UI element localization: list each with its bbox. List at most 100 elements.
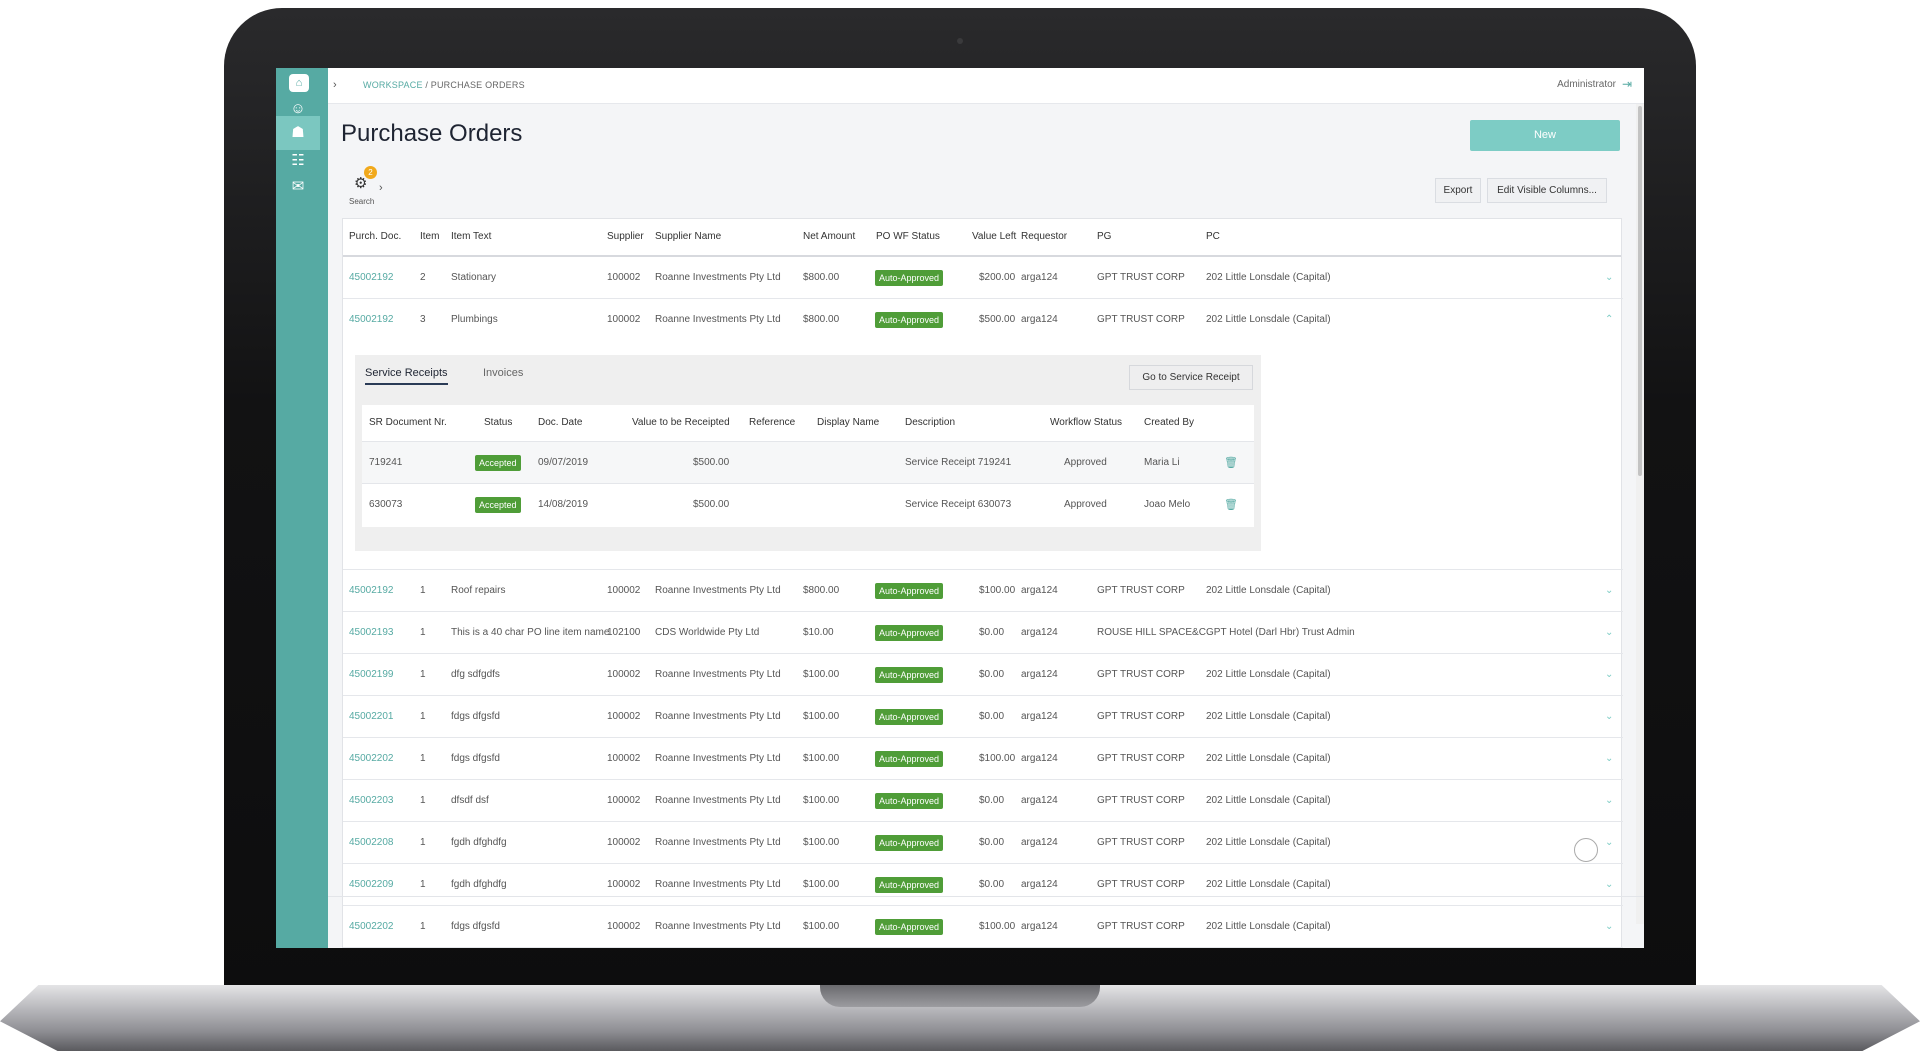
table-row-expanded[interactable]: 45002192 3 Plumbings 100002 Roanne Inves…	[343, 299, 1623, 341]
status-badge: Auto-Approved	[875, 625, 944, 641]
purchasing-group: GPT TRUST CORP	[1097, 795, 1185, 806]
col-value-left[interactable]: Value Left	[972, 219, 1016, 255]
chevron-down-icon[interactable]: ⌄	[1605, 257, 1613, 299]
item-text: dfsdf dsf	[451, 795, 489, 806]
item-number: 1	[420, 879, 426, 890]
col-workflow-status[interactable]: Workflow Status	[1050, 405, 1122, 441]
doc-date: 09/07/2019	[538, 457, 589, 468]
cart-logo-icon[interactable]: ⌂	[289, 74, 309, 92]
chevron-down-icon[interactable]: ⌄	[1605, 570, 1613, 612]
net-amount: $800.00	[803, 314, 840, 325]
profit-center: 202 Little Lonsdale (Capital)	[1206, 711, 1331, 722]
user-name[interactable]: Administrator	[1557, 79, 1616, 90]
col-description[interactable]: Description	[905, 405, 955, 441]
supplier-id: 100002	[607, 669, 641, 680]
breadcrumb-workspace[interactable]: WORKSPACE	[363, 80, 423, 90]
purch-doc-link[interactable]: 45002193	[349, 612, 394, 654]
supplier-id: 100002	[607, 711, 641, 722]
tab-service-receipts[interactable]: Service Receipts	[365, 367, 448, 385]
table-row[interactable]: 45002201 1 fdgs dfgsfd 100002 Roanne Inv…	[343, 696, 1623, 738]
table-row[interactable]: 45002193 1 This is a 40 char PO line ite…	[343, 612, 1623, 654]
net-amount: $100.00	[803, 879, 840, 890]
col-reference[interactable]: Reference	[749, 405, 795, 441]
item-text: This is a 40 char PO line item name	[451, 627, 610, 638]
purch-doc-link[interactable]: 45002201	[349, 696, 394, 738]
chevron-down-icon[interactable]: ⌄	[1605, 906, 1613, 948]
net-amount: $100.00	[803, 837, 840, 848]
col-requestor[interactable]: Requestor	[1021, 219, 1067, 255]
service-receipt-row[interactable]: 719241 Accepted 09/07/2019 $500.00 Servi…	[362, 441, 1254, 483]
col-purch-doc[interactable]: Purch. Doc.	[349, 219, 401, 255]
table-row[interactable]: 45002208 1 fgdh dfghdfg 100002 Roanne In…	[343, 822, 1623, 864]
supplier-name: Roanne Investments Pty Ltd	[655, 795, 781, 806]
laptop-notch	[820, 985, 1100, 1007]
go-to-service-receipt-button[interactable]: Go to Service Receipt	[1129, 365, 1253, 390]
col-doc-date[interactable]: Doc. Date	[538, 405, 582, 441]
logout-icon[interactable]: ⇥	[1622, 77, 1632, 91]
sr-document-nr: 630073	[369, 499, 403, 510]
chevron-down-icon[interactable]: ⌄	[1605, 654, 1613, 696]
purch-doc-link[interactable]: 45002192	[349, 570, 394, 612]
col-pg[interactable]: PG	[1097, 219, 1111, 255]
chevron-right-icon[interactable]: ›	[333, 79, 337, 91]
purch-doc-link[interactable]: 45002192	[349, 299, 394, 341]
chevron-right-icon[interactable]: ›	[379, 182, 383, 194]
col-sr-document-nr[interactable]: SR Document Nr.	[369, 405, 447, 441]
service-receipt-row[interactable]: 630073 Accepted 14/08/2019 $500.00 Servi…	[362, 483, 1254, 525]
col-created-by[interactable]: Created By	[1144, 405, 1194, 441]
table-row[interactable]: 45002209 1 fgdh dfghdfg 100002 Roanne In…	[343, 864, 1623, 906]
col-item[interactable]: Item	[420, 219, 439, 255]
col-supplier[interactable]: Supplier	[607, 219, 644, 255]
value-left: $500.00	[979, 314, 1016, 325]
table-row[interactable]: 45002202 1 fdgs dfgsfd 100002 Roanne Inv…	[343, 738, 1623, 780]
filter-count-badge: 2	[364, 166, 377, 179]
table-row[interactable]: 45002203 1 dfsdf dsf 100002 Roanne Inves…	[343, 780, 1623, 822]
purchasing-group: GPT TRUST CORP	[1097, 879, 1185, 890]
profit-center: 202 Little Lonsdale (Capital)	[1206, 795, 1331, 806]
item-text: fdgs dfgsfd	[451, 753, 500, 764]
doc-date: 14/08/2019	[538, 499, 589, 510]
table-row[interactable]: 45002192 1 Roof repairs 100002 Roanne In…	[343, 570, 1623, 612]
chevron-down-icon[interactable]: ⌄	[1605, 864, 1613, 906]
footer-divider	[328, 896, 1644, 897]
camera-icon	[957, 38, 963, 44]
chevron-up-icon[interactable]: ⌃	[1605, 299, 1613, 341]
col-status[interactable]: Status	[484, 405, 512, 441]
export-button[interactable]: Export	[1435, 178, 1481, 203]
item-text: fdgs dfgsfd	[451, 711, 500, 722]
purch-doc-link[interactable]: 45002208	[349, 822, 394, 864]
chevron-down-icon[interactable]: ⌄	[1605, 822, 1613, 864]
sidebar: ⌂ ☺ ☗ ☷ ✉	[276, 68, 328, 948]
scrollbar-thumb[interactable]	[1638, 106, 1642, 476]
table-row[interactable]: 45002192 2 Stationary 100002 Roanne Inve…	[343, 257, 1623, 299]
col-item-text[interactable]: Item Text	[451, 219, 491, 255]
chevron-down-icon[interactable]: ⌄	[1605, 738, 1613, 780]
purch-doc-link[interactable]: 45002202	[349, 906, 394, 948]
breadcrumb-current: PURCHASE ORDERS	[430, 80, 525, 90]
purch-doc-link[interactable]: 45002202	[349, 738, 394, 780]
new-button[interactable]: New	[1470, 120, 1620, 151]
chevron-down-icon[interactable]: ⌄	[1605, 696, 1613, 738]
col-net-amount[interactable]: Net Amount	[803, 219, 855, 255]
edit-visible-columns-button[interactable]: Edit Visible Columns...	[1487, 178, 1607, 203]
table-row[interactable]: 45002202 1 fdgs dfgsfd 100002 Roanne Inv…	[343, 906, 1623, 948]
table-row[interactable]: 45002199 1 dfg sdfgdfs 100002 Roanne Inv…	[343, 654, 1623, 696]
col-pc[interactable]: PC	[1206, 219, 1220, 255]
purch-doc-link[interactable]: 45002209	[349, 864, 394, 906]
requestor: arga124	[1021, 879, 1058, 890]
purch-doc-link[interactable]: 45002192	[349, 257, 394, 299]
chevron-down-icon[interactable]: ⌄	[1605, 780, 1613, 822]
purch-doc-link[interactable]: 45002203	[349, 780, 394, 822]
col-supplier-name[interactable]: Supplier Name	[655, 219, 721, 255]
col-display-name[interactable]: Display Name	[817, 405, 879, 441]
trash-icon[interactable]: 🗑	[1224, 484, 1238, 526]
col-po-wf-status[interactable]: PO WF Status	[876, 219, 940, 255]
chevron-down-icon[interactable]: ⌄	[1605, 612, 1613, 654]
purch-doc-link[interactable]: 45002199	[349, 654, 394, 696]
trash-icon[interactable]: 🗑	[1224, 442, 1238, 484]
inbox-icon[interactable]: ✉	[276, 170, 320, 204]
tab-invoices[interactable]: Invoices	[483, 367, 523, 379]
col-value-to-be-receipted[interactable]: Value to be Receipted	[632, 405, 730, 441]
description: Service Receipt 630073	[905, 499, 1012, 510]
search-label[interactable]: Search	[349, 197, 374, 206]
